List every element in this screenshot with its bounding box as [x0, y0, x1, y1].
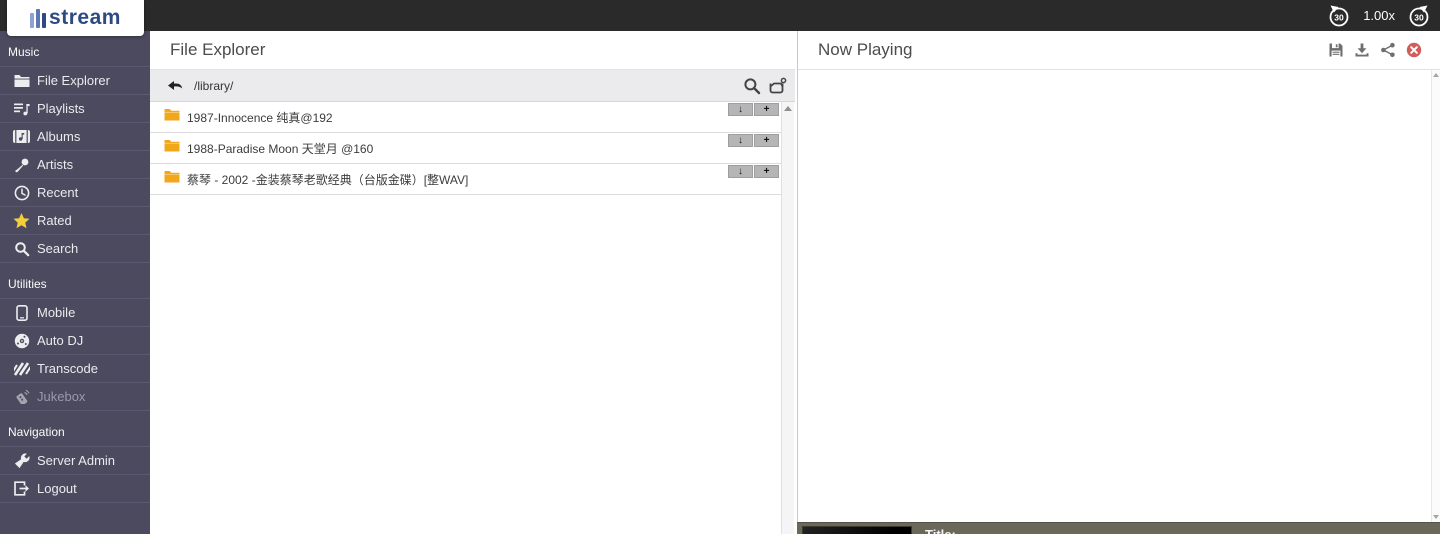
current-path: /library/	[194, 78, 234, 93]
clock-icon	[13, 184, 30, 201]
file-explorer-title: File Explorer	[170, 40, 266, 59]
sidebar-item-label: Auto DJ	[37, 333, 84, 348]
album-icon	[13, 128, 30, 145]
logout-icon	[13, 480, 30, 497]
sidebar-item-label: Server Admin	[37, 453, 116, 468]
sidebar-item-playlists[interactable]: Playlists	[0, 95, 150, 123]
sidebar-item-rated[interactable]: Rated	[0, 207, 150, 235]
remote-icon	[13, 388, 30, 405]
app-logo-text: stream	[49, 6, 121, 29]
breadcrumb-bar: /library/	[150, 70, 795, 102]
back-arrow-icon[interactable]	[165, 76, 185, 96]
album-art-thumbnail	[802, 526, 912, 534]
download-playlist-button[interactable]	[1353, 42, 1370, 59]
sidebar-section-utilities: Utilities	[0, 263, 150, 299]
sidebar: Music File Explorer Playlists Albums Art…	[0, 31, 150, 534]
sidebar-item-label: Playlists	[37, 101, 85, 116]
track-title-label: Title:	[925, 527, 956, 534]
row-actions: ↓ +	[728, 134, 779, 147]
folder-name: 1987-Innocence 纯真@192	[187, 110, 333, 125]
top-bar: 30 1.00x 30	[0, 0, 1440, 31]
clear-playlist-button[interactable]	[1405, 42, 1422, 59]
folder-icon	[164, 108, 180, 126]
download-folder-button[interactable]: ↓	[728, 134, 753, 147]
row-actions: ↓ +	[728, 103, 779, 116]
disc-icon	[13, 332, 30, 349]
skip-back-30-button[interactable]: 30	[1326, 3, 1352, 29]
sidebar-item-jukebox[interactable]: Jukebox	[0, 383, 150, 411]
skip-forward-30-label: 30	[1414, 12, 1424, 22]
sidebar-item-server-admin[interactable]: Server Admin	[0, 447, 150, 475]
sidebar-item-recent[interactable]: Recent	[0, 179, 150, 207]
sidebar-item-label: Transcode	[37, 361, 98, 376]
share-playlist-button[interactable]	[1379, 42, 1396, 59]
now-playing-panel: Now Playing	[797, 31, 1440, 534]
folder-icon	[164, 170, 180, 188]
save-playlist-button[interactable]	[1327, 42, 1344, 59]
search-icon	[13, 240, 30, 257]
file-list: 1987-Innocence 纯真@192 ↓ + 1988-Paradise …	[150, 102, 781, 195]
star-icon	[13, 212, 30, 229]
toggle-view-button[interactable]	[767, 76, 787, 96]
sidebar-item-label: Mobile	[37, 305, 76, 320]
now-playing-header: Now Playing	[798, 31, 1440, 70]
sidebar-item-label: File Explorer	[37, 73, 110, 88]
sidebar-item-artists[interactable]: Artists	[0, 151, 150, 179]
sidebar-item-label: Jukebox	[37, 389, 86, 404]
sidebar-item-label: Logout	[37, 481, 77, 496]
add-folder-button[interactable]: +	[754, 134, 779, 147]
now-playing-title: Now Playing	[818, 40, 913, 59]
sidebar-section-navigation: Navigation	[0, 411, 150, 447]
playback-speed-controls: 30 1.00x 30	[1326, 0, 1432, 31]
smartphone-icon	[13, 304, 30, 321]
folder-name: 1988-Paradise Moon 天堂月 @160	[187, 141, 374, 156]
row-actions: ↓ +	[728, 165, 779, 178]
folder-icon	[164, 139, 180, 157]
now-playing-scrollbar[interactable]	[1431, 70, 1440, 522]
sidebar-item-mobile[interactable]: Mobile	[0, 299, 150, 327]
sidebar-item-search[interactable]: Search	[0, 235, 150, 263]
folder-name: 蔡琴 - 2002 -金装蔡琴老歌经典（台版金碟）[整WAV]	[187, 172, 469, 187]
sidebar-item-file-explorer[interactable]: File Explorer	[0, 67, 150, 95]
add-folder-button[interactable]: +	[754, 103, 779, 116]
microphone-icon	[13, 156, 30, 173]
sidebar-section-music: Music	[0, 31, 150, 67]
download-folder-button[interactable]: ↓	[728, 103, 753, 116]
now-playing-toolbar	[1327, 42, 1440, 59]
sidebar-item-label: Albums	[37, 129, 81, 144]
file-row[interactable]: 1987-Innocence 纯真@192 ↓ +	[150, 102, 781, 133]
sidebar-item-albums[interactable]: Albums	[0, 123, 150, 151]
file-list-scrollbar[interactable]	[781, 102, 794, 534]
scroll-up-arrow-icon[interactable]	[1433, 73, 1439, 77]
playback-speed-value[interactable]: 1.00x	[1363, 8, 1395, 23]
scroll-down-arrow-icon[interactable]	[1433, 515, 1439, 519]
wrench-icon	[13, 452, 30, 469]
file-row[interactable]: 蔡琴 - 2002 -金装蔡琴老歌经典（台版金碟）[整WAV] ↓ +	[150, 164, 781, 195]
search-files-button[interactable]	[742, 76, 762, 96]
sidebar-item-logout[interactable]: Logout	[0, 475, 150, 503]
sidebar-item-auto-dj[interactable]: Auto DJ	[0, 327, 150, 355]
equalizer-bars-icon	[30, 8, 47, 28]
add-folder-button[interactable]: +	[754, 165, 779, 178]
file-row[interactable]: 1988-Paradise Moon 天堂月 @160 ↓ +	[150, 133, 781, 164]
download-folder-button[interactable]: ↓	[728, 165, 753, 178]
sidebar-item-label: Search	[37, 241, 79, 256]
file-explorer-panel: File Explorer /library/ 1987-Innocence 纯…	[150, 31, 795, 534]
sidebar-item-label: Recent	[37, 185, 79, 200]
transcode-icon	[13, 360, 30, 377]
sidebar-item-transcode[interactable]: Transcode	[0, 355, 150, 383]
skip-back-30-label: 30	[1334, 12, 1344, 22]
scroll-up-arrow-icon[interactable]	[784, 106, 792, 111]
app-logo[interactable]: stream	[7, 0, 144, 36]
now-playing-footer: Title:	[797, 522, 1440, 534]
skip-forward-30-button[interactable]: 30	[1406, 3, 1432, 29]
playlist-icon	[13, 100, 30, 117]
folder-icon	[13, 72, 30, 89]
file-explorer-header: File Explorer	[150, 31, 795, 70]
sidebar-item-label: Rated	[37, 213, 72, 228]
sidebar-item-label: Artists	[37, 157, 74, 172]
